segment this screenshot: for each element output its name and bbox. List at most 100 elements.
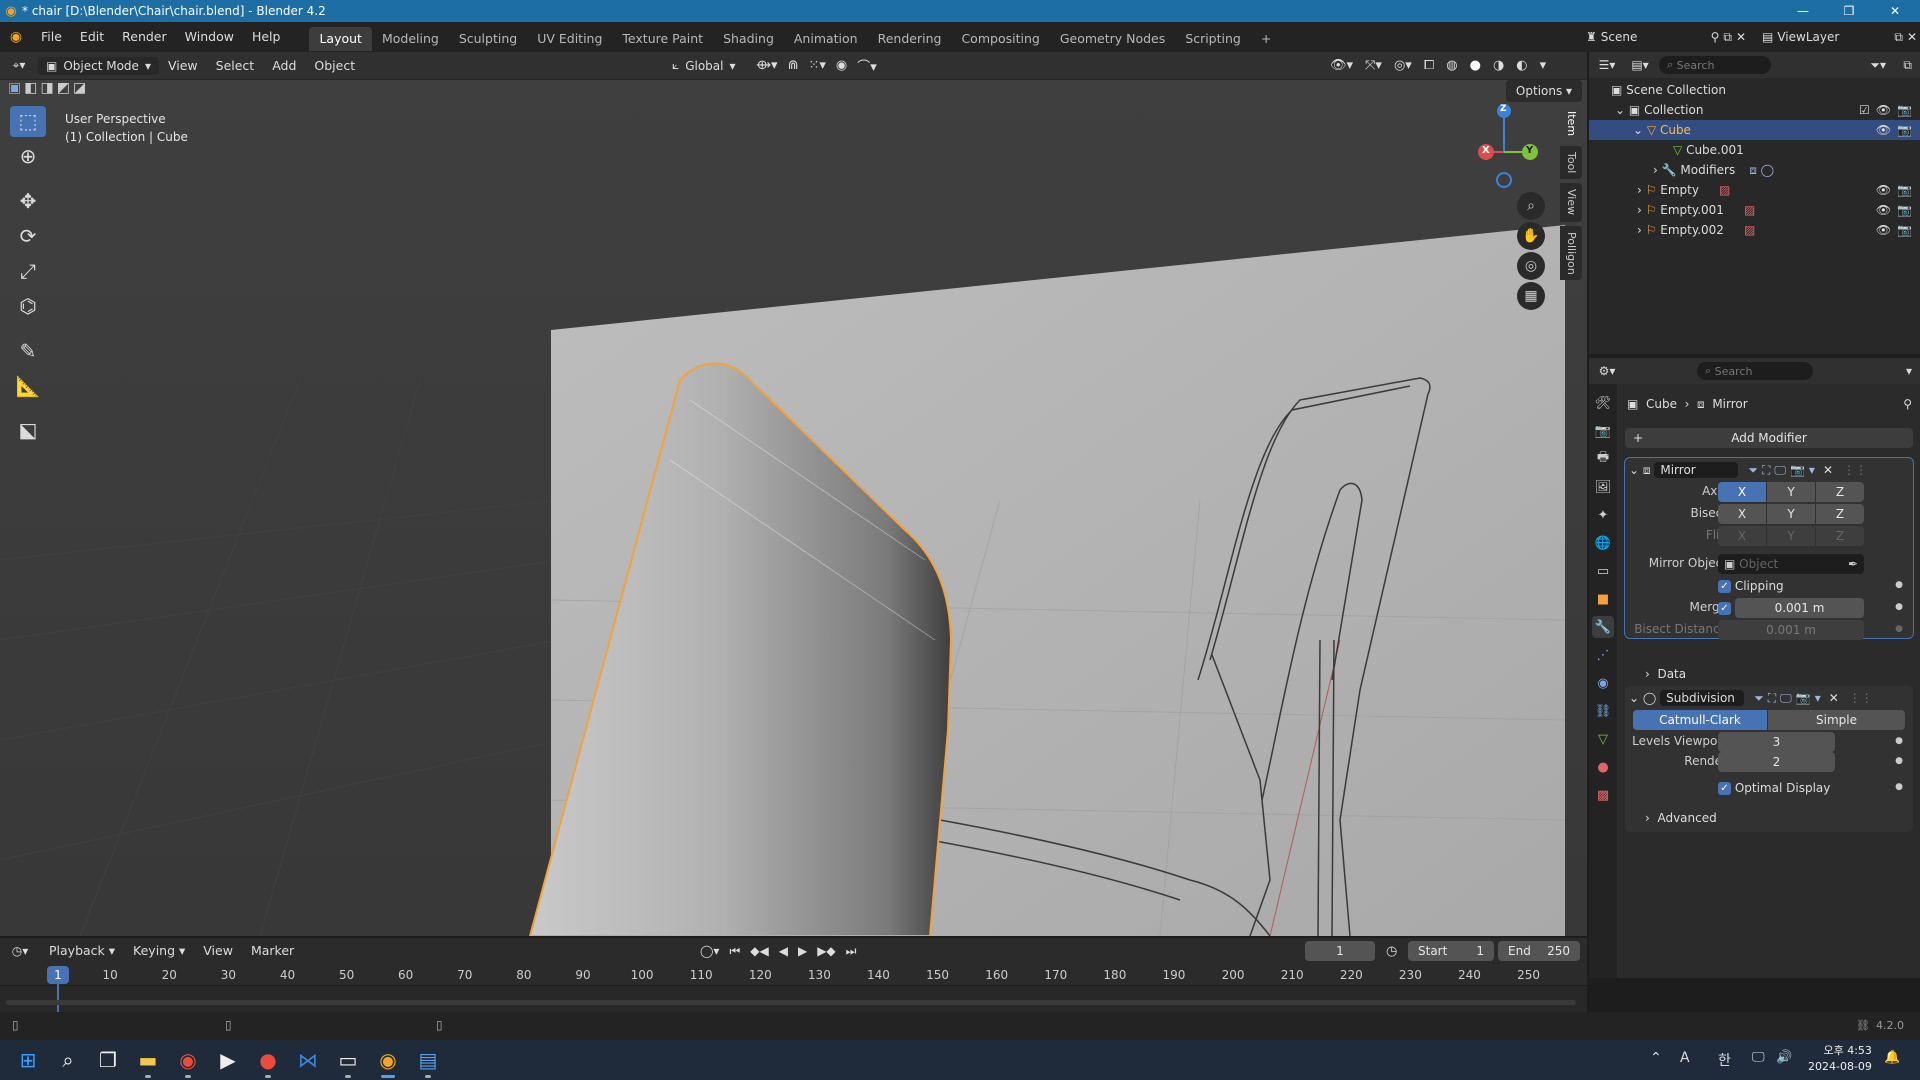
falloff-icon[interactable]: ⌒▾ xyxy=(857,56,877,75)
menu-help[interactable]: Help xyxy=(243,22,290,52)
drag-handle-icon[interactable]: ⋮⋮ xyxy=(1849,691,1873,705)
remove-scene-icon[interactable]: ✕ xyxy=(1736,30,1746,44)
side-tab-item[interactable]: Item xyxy=(1560,105,1582,143)
bisect-y-toggle[interactable]: Y xyxy=(1767,504,1815,524)
render-toggle-icon[interactable]: 📷 xyxy=(1796,691,1811,706)
simple-toggle[interactable]: Simple xyxy=(1768,710,1905,730)
eye-icon[interactable]: 👁 xyxy=(1876,223,1891,237)
vp-menu-add[interactable]: Add xyxy=(263,51,305,81)
visual-studio-icon[interactable]: ⋈ xyxy=(288,1040,328,1080)
solid-shading-icon[interactable]: ● xyxy=(1470,58,1481,73)
tab-sculpting[interactable]: Sculpting xyxy=(449,27,527,51)
orientation-dropdown[interactable]: ⟀ Global ▾ xyxy=(672,58,736,73)
catmull-clark-toggle[interactable]: Catmull-Clark xyxy=(1633,710,1767,730)
eyedropper-icon[interactable]: ✒ xyxy=(1848,557,1858,571)
merge-distance-field[interactable]: 0.001 m xyxy=(1735,598,1864,618)
mirror-object-field[interactable]: ▣ Object ✒ xyxy=(1718,554,1864,574)
pivot-icon[interactable]: ⟴▾ xyxy=(756,58,778,73)
flip-x-toggle[interactable]: X xyxy=(1718,526,1766,546)
timeline-menu-marker[interactable]: Marker xyxy=(242,936,303,966)
edit-mode-toggle-icon[interactable]: ⏷ xyxy=(1754,691,1764,706)
timeline-editor-icon[interactable]: ◷▾ xyxy=(0,944,40,958)
record-icon[interactable]: ◯▾ xyxy=(700,944,719,959)
axis-x-toggle[interactable]: X xyxy=(1718,482,1766,502)
levels-viewport-field[interactable]: 3 xyxy=(1718,732,1835,752)
new-viewlayer-icon[interactable]: ⧉ xyxy=(1894,30,1903,45)
snap-magnet-icon[interactable]: ⋒ xyxy=(788,58,799,73)
shading-options-icon[interactable]: ▾ xyxy=(1540,58,1547,73)
checkbox-icon[interactable]: ☑ xyxy=(1859,103,1870,117)
bisect-distance-field[interactable]: 0.001 m xyxy=(1718,620,1864,640)
tab-uv-editing[interactable]: UV Editing xyxy=(527,27,612,51)
clipping-checkbox[interactable]: ✓ Clipping xyxy=(1718,576,1784,596)
options-button[interactable]: Options ▾ xyxy=(1506,80,1582,102)
viewport-toggle-icon[interactable]: 🖵 xyxy=(1780,691,1792,706)
perspective-grid-icon[interactable]: ▦ xyxy=(1517,282,1545,310)
mirror-name-field[interactable]: Mirror xyxy=(1654,462,1739,478)
snap-grid-icon[interactable]: ⁙▾ xyxy=(808,58,825,73)
zoom-icon[interactable]: ⌕ xyxy=(1517,192,1545,220)
remove-viewlayer-icon[interactable]: ✕ xyxy=(1907,30,1917,44)
properties-search-input[interactable]: ⌕ Search xyxy=(1697,362,1813,380)
select-box-tool-icon[interactable]: ⬚ xyxy=(10,106,46,137)
dropdown-icon[interactable]: ▾ xyxy=(1815,691,1821,706)
view-layer-tab-icon[interactable]: 🖼 xyxy=(1592,476,1614,498)
task-view-icon[interactable]: ❐ xyxy=(88,1040,128,1080)
scale-tool-icon[interactable]: ⤢ xyxy=(10,256,46,287)
select-subtract-icon[interactable]: ◨ xyxy=(40,80,53,96)
tray-chevron-up-icon[interactable]: ⌃ xyxy=(1650,1050,1662,1066)
select-new-icon[interactable]: ▣ xyxy=(8,80,21,96)
eye-icon[interactable]: 👁 xyxy=(1876,183,1891,197)
rotate-tool-icon[interactable]: ⟳ xyxy=(10,221,46,252)
jump-keyframe-forward-icon[interactable]: ▶◆ xyxy=(817,944,835,959)
mode-dropdown[interactable]: ▣ Object Mode ▾ xyxy=(38,56,159,75)
jump-start-icon[interactable]: ⏮ xyxy=(729,944,740,959)
play-icon[interactable]: ▶ xyxy=(798,944,807,959)
side-tab-view[interactable]: View xyxy=(1560,183,1582,222)
outliner-search-input[interactable]: ⌕ Search xyxy=(1659,56,1771,74)
tab-compositing[interactable]: Compositing xyxy=(951,27,1049,51)
remove-modifier-icon[interactable]: ✕ xyxy=(1823,463,1833,477)
render-levels-field[interactable]: 2 xyxy=(1718,752,1835,772)
material-tab-icon[interactable]: ● xyxy=(1592,756,1614,778)
optimal-display-checkbox[interactable]: ✓ Optimal Display xyxy=(1718,778,1830,798)
add-cube-tool-icon[interactable]: ⬕ xyxy=(10,415,46,446)
expand-arrow-icon[interactable]: › xyxy=(1637,183,1642,197)
camera-icon[interactable]: 📷 xyxy=(1897,223,1912,237)
overlay-toggle-icon[interactable]: ◎▾ xyxy=(1394,58,1412,73)
axis-y-toggle[interactable]: Y xyxy=(1767,482,1815,502)
properties-editor-icon[interactable]: ⚙▾ xyxy=(1589,364,1625,378)
cage-toggle-icon[interactable]: ⛶ xyxy=(1762,463,1770,478)
outliner-row[interactable]: ▣ Scene Collection xyxy=(1589,80,1920,100)
terminal-icon[interactable]: ▭ xyxy=(328,1040,368,1080)
pan-hand-icon[interactable]: ✋ xyxy=(1517,222,1545,250)
3d-viewport[interactable]: ⬚ ⊕ ✥ ⟳ ⤢ ⌬ ✎ 📐 ⬕ ▣ ◧ ◨ ◩ ◪ User Perspec… xyxy=(0,80,1587,936)
eye-icon[interactable]: 👁 xyxy=(1876,203,1891,217)
clock[interactable]: 오후 4:53 2024-08-09 xyxy=(1808,1043,1872,1075)
playhead[interactable]: 1 xyxy=(47,966,69,984)
eye-icon[interactable]: 👁 xyxy=(1876,103,1891,117)
camera-view-icon[interactable]: ◎ xyxy=(1517,252,1545,280)
tab-scripting[interactable]: Scripting xyxy=(1175,27,1251,51)
tab-layout[interactable]: Layout xyxy=(309,26,372,51)
camera-icon[interactable]: 📷 xyxy=(1897,183,1912,197)
wireframe-shading-icon[interactable]: ◍ xyxy=(1446,58,1457,73)
notepad-icon[interactable]: ▤ xyxy=(408,1040,448,1080)
dropdown-icon[interactable]: ▾ xyxy=(1809,463,1815,478)
annotate-tool-icon[interactable]: ✎ xyxy=(10,335,46,366)
select-intersect-icon[interactable]: ◪ xyxy=(73,80,86,96)
search-icon[interactable]: ⌕ xyxy=(48,1040,88,1080)
file-explorer-icon[interactable]: ▬ xyxy=(128,1040,168,1080)
start-frame-field[interactable]: Start 1 xyxy=(1408,941,1494,961)
merge-checkbox[interactable]: ✓ xyxy=(1718,598,1731,618)
menu-render[interactable]: Render xyxy=(113,22,176,52)
side-tab-tool[interactable]: Tool xyxy=(1560,146,1582,180)
camera-icon[interactable]: 📷 xyxy=(1897,123,1912,137)
subdivision-name-field[interactable]: Subdivision xyxy=(1660,690,1745,706)
timeline-area[interactable]: 10 20 30 40 50 60 70 80 90 100 110 120 130 140 150 160 1… xyxy=(0,964,1587,1012)
outliner-row[interactable]: ⌄ ▣ Collection ☑ 👁 📷 xyxy=(1589,100,1920,120)
tab-texture-paint[interactable]: Texture Paint xyxy=(612,27,713,51)
data-subpanel[interactable]: › Data xyxy=(1645,664,1686,684)
remove-modifier-icon[interactable]: ✕ xyxy=(1829,691,1839,705)
tool-tab-icon[interactable]: 🛠 xyxy=(1592,392,1614,414)
